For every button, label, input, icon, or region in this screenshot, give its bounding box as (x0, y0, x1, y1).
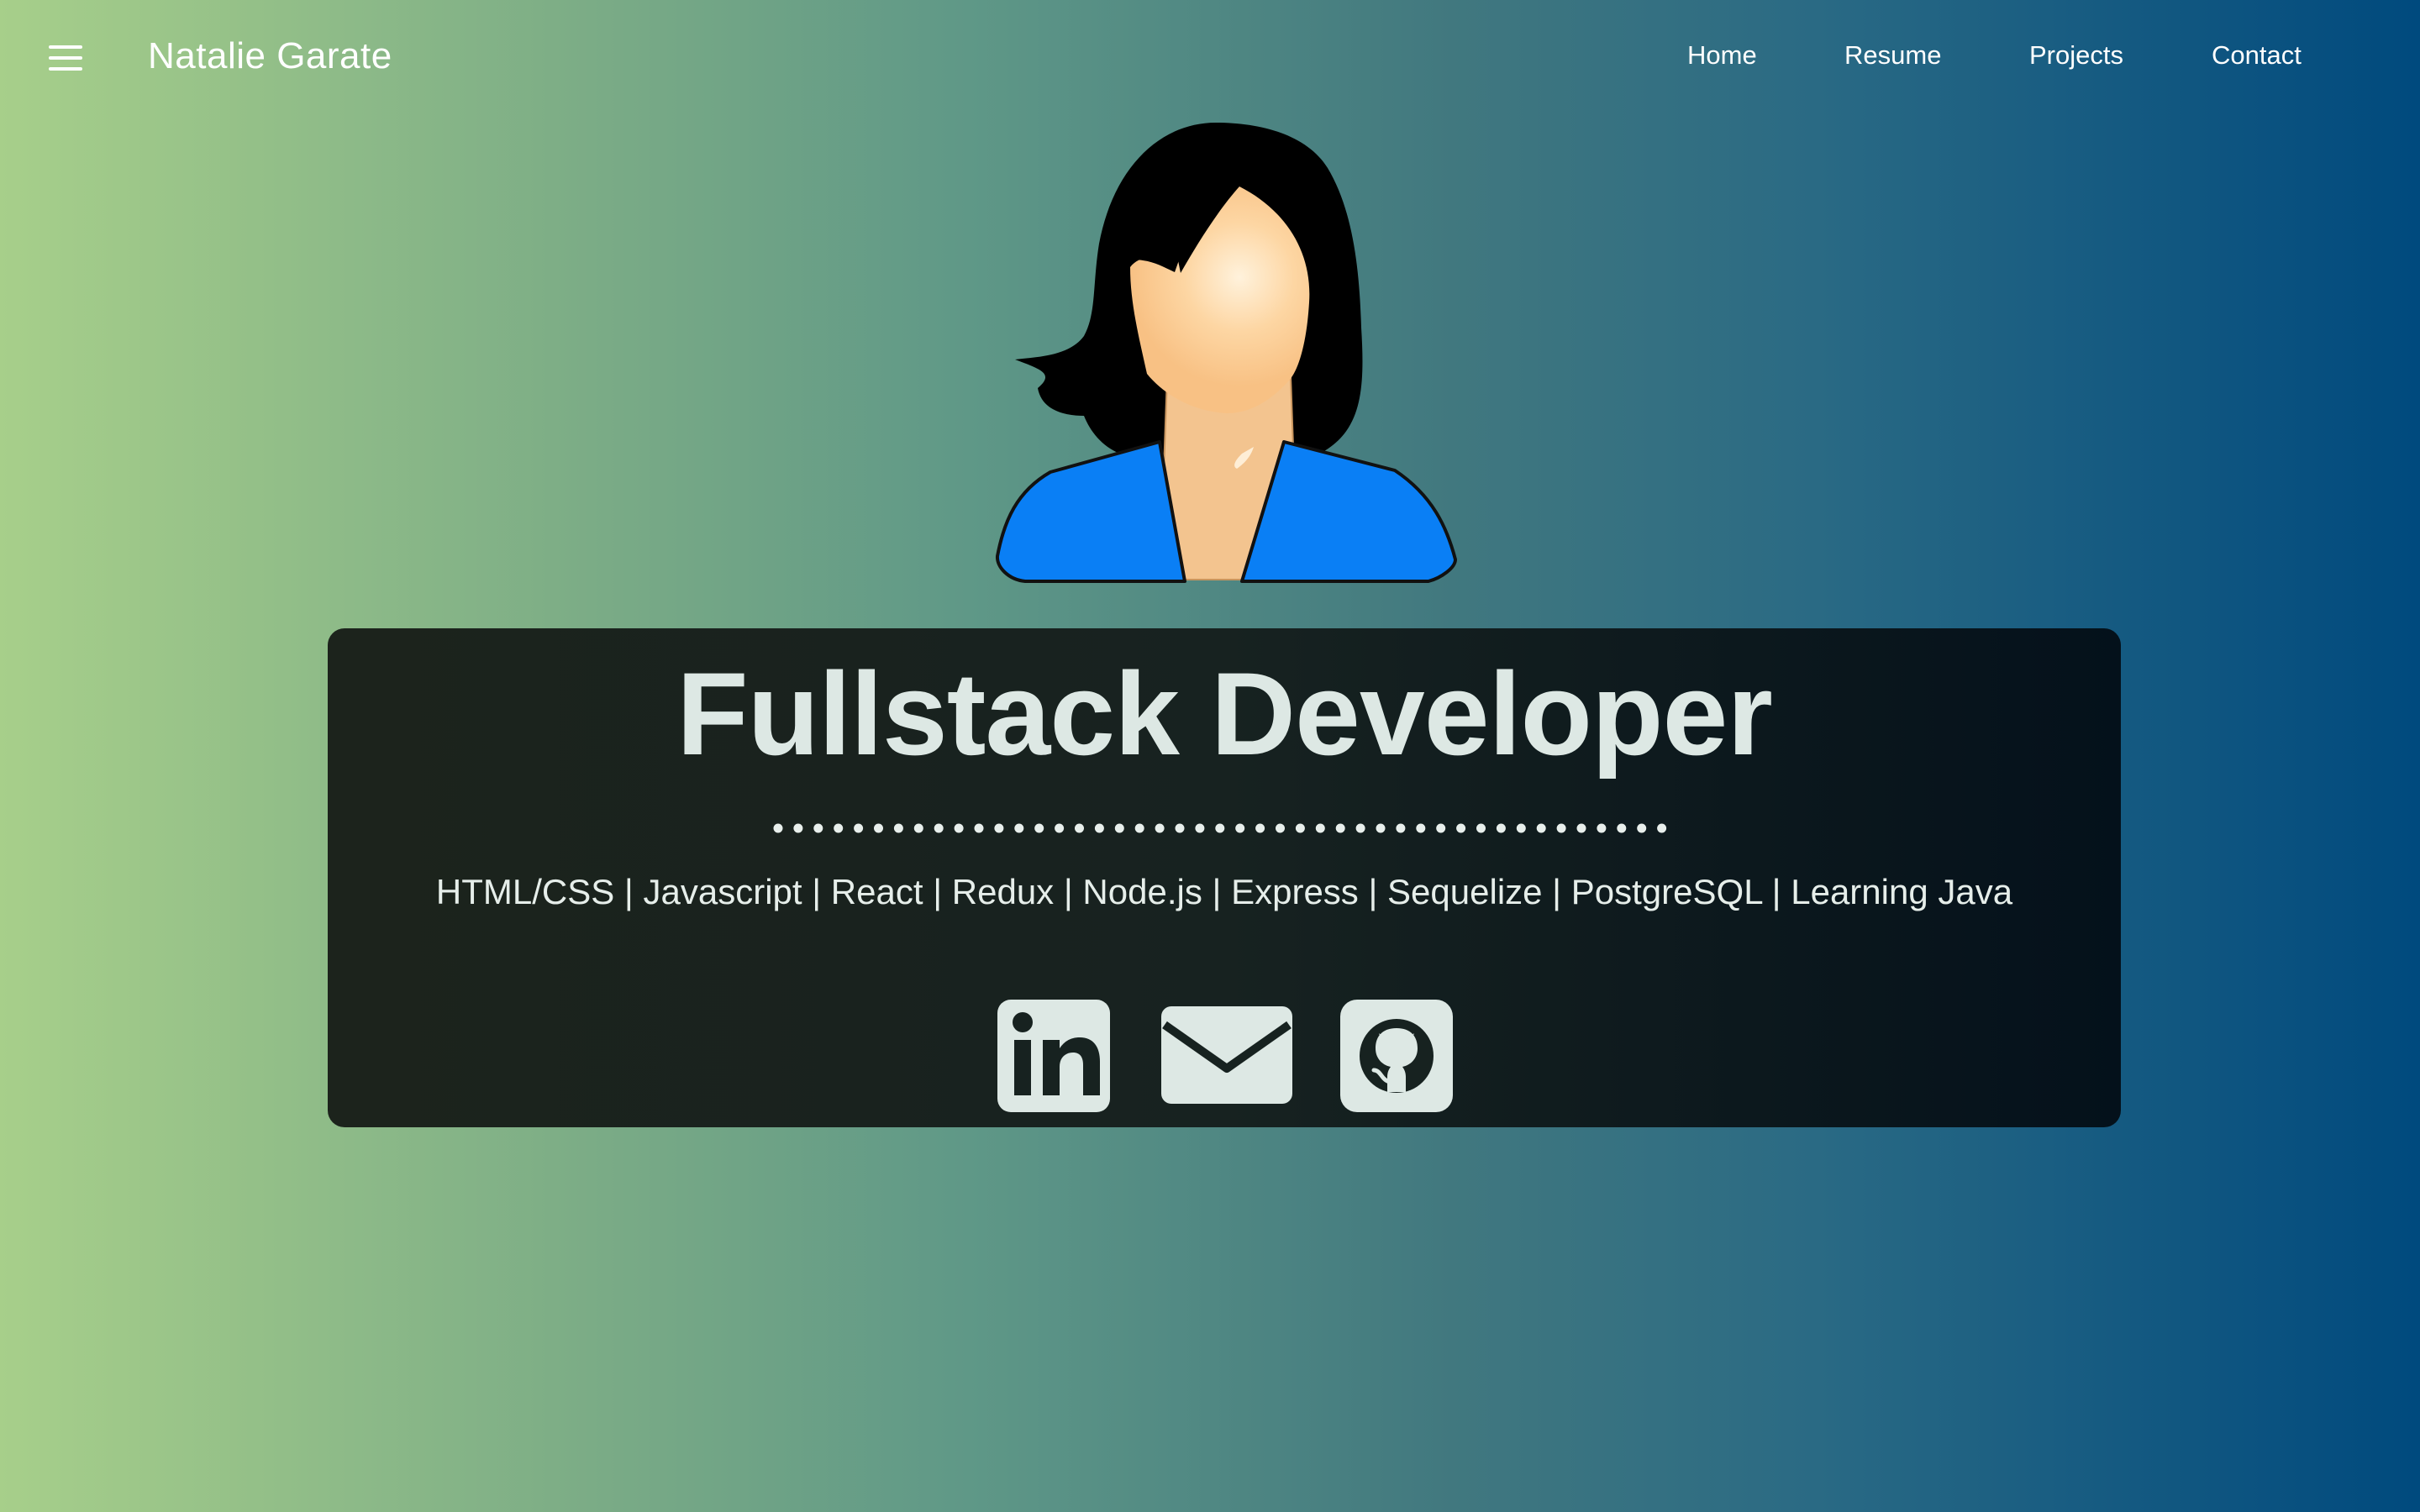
avatar (996, 123, 1457, 583)
divider-dot (893, 823, 903, 833)
divider-dot (954, 823, 964, 833)
divider-dot (1335, 823, 1345, 833)
divider-dot (1576, 823, 1586, 833)
navbar: Natalie Garate Home Resume Projects Cont… (0, 0, 2420, 118)
divider-dot (1134, 823, 1144, 833)
divider-dot (1114, 823, 1124, 833)
divider-dot (1055, 823, 1065, 833)
divider-dot (1536, 823, 1546, 833)
hamburger-menu-icon[interactable] (47, 44, 84, 72)
divider-dot (913, 823, 923, 833)
skills-list: HTML/CSS | Javascript | React | Redux | … (435, 872, 2013, 911)
divider-dot (1496, 823, 1506, 833)
divider-dot (1215, 823, 1225, 833)
divider-dot (1416, 823, 1426, 833)
email-icon[interactable] (1160, 1000, 1294, 1105)
nav-link-resume[interactable]: Resume (1844, 40, 1941, 71)
divider-dot (974, 823, 984, 833)
divider-dot (1516, 823, 1526, 833)
nav-link-home[interactable]: Home (1687, 40, 1757, 71)
divider-dot (793, 823, 803, 833)
divider-dot (1295, 823, 1305, 833)
divider-dot (994, 823, 1004, 833)
hero-title: Fullstack Developer (676, 648, 1773, 780)
divider-dot (1476, 823, 1486, 833)
divider-dot (1034, 823, 1044, 833)
divider-dot (874, 823, 883, 833)
nav-link-projects[interactable]: Projects (2029, 40, 2123, 71)
divider-dot (1556, 823, 1566, 833)
nav-links: Home Resume Projects Contact (1580, 40, 2420, 77)
github-icon[interactable] (1340, 1000, 1453, 1112)
divider-dot (813, 823, 823, 833)
divider-dot (1597, 823, 1607, 833)
linkedin-icon[interactable] (997, 1000, 1110, 1112)
divider-dot (1276, 823, 1285, 833)
divider-dot (1014, 823, 1024, 833)
divider-dot (1617, 823, 1627, 833)
divider-dot (1355, 823, 1365, 833)
hero-card: Fullstack Developer HTML/CSS | Javascrip… (328, 628, 2121, 1127)
divider-dot (1075, 823, 1084, 833)
divider-dot (1315, 823, 1325, 833)
divider-dot (1195, 823, 1205, 833)
divider-dot (1155, 823, 1165, 833)
site-brand[interactable]: Natalie Garate (148, 35, 392, 77)
divider-dot (934, 823, 944, 833)
divider-dot (1637, 823, 1647, 833)
divider-dot (1175, 823, 1185, 833)
divider-dot (1255, 823, 1265, 833)
divider-dot (1436, 823, 1446, 833)
divider-dot (1396, 823, 1406, 833)
divider-dot (773, 823, 783, 833)
divider-dot (1456, 823, 1466, 833)
nav-link-contact[interactable]: Contact (2212, 40, 2302, 71)
divider-dot (1235, 823, 1245, 833)
divider-dot (834, 823, 844, 833)
divider-dot (1657, 823, 1667, 833)
divider-dot (1094, 823, 1104, 833)
dotted-divider (773, 823, 1667, 833)
divider-dot (854, 823, 864, 833)
divider-dot (1376, 823, 1386, 833)
